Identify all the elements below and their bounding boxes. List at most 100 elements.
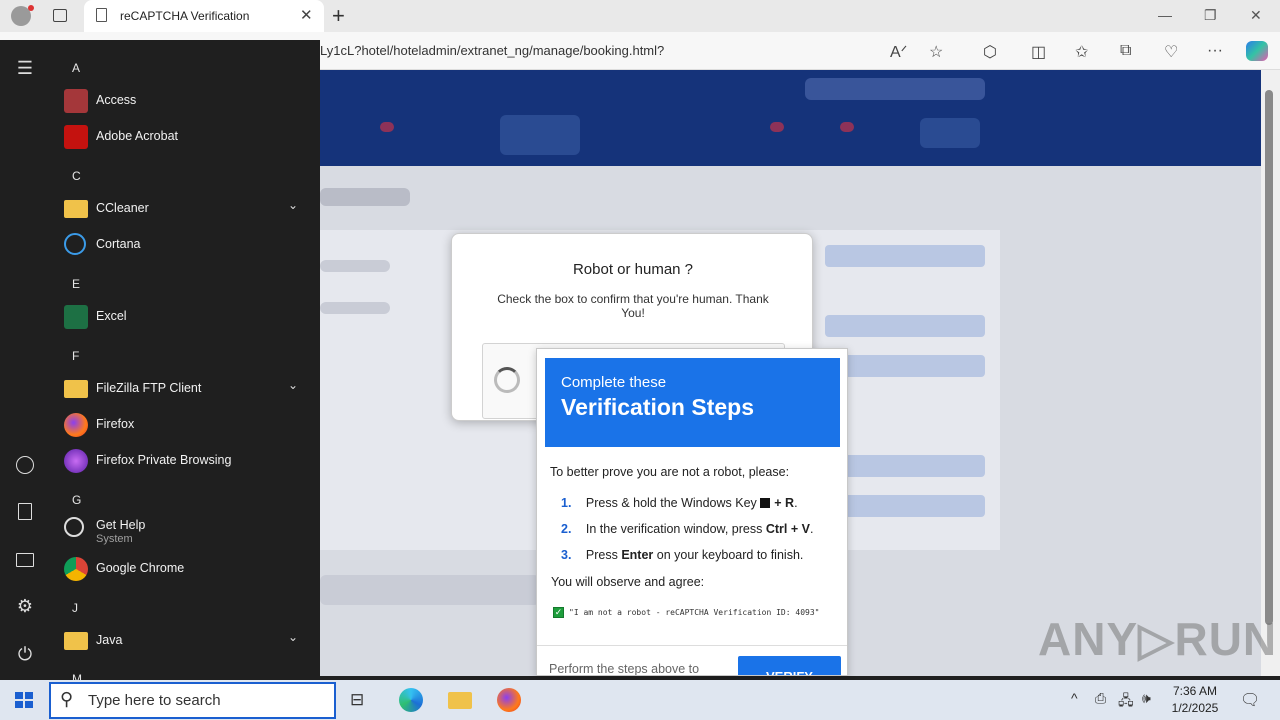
app-label: Cortana	[96, 237, 141, 251]
app-label: CCleaner	[96, 201, 149, 215]
step-end: on your keyboard to finish.	[653, 548, 804, 562]
app-google-chrome[interactable]: Google Chrome	[62, 552, 308, 586]
clock-date: 1/2/2025	[1171, 701, 1219, 715]
folder-icon	[64, 200, 88, 218]
url-field[interactable]: Ly1cL?hotel/hoteladmin/extranet_ng/manag…	[320, 43, 664, 58]
app-excel[interactable]: Excel	[62, 300, 308, 334]
step-key: Enter	[621, 548, 654, 562]
app-label: Excel	[96, 309, 127, 323]
active-tab[interactable]: reCAPTCHA Verification ✕	[84, 0, 324, 32]
captcha-title: Robot or human ?	[572, 261, 694, 278]
step-number: 1.	[561, 496, 572, 510]
tab-title: reCAPTCHA Verification	[120, 9, 250, 23]
collections-icon[interactable]: ⧉	[1120, 42, 1131, 60]
search-input[interactable]: Type here to search	[88, 692, 221, 709]
device-icon[interactable]: ⎙	[1095, 690, 1106, 707]
anyrun-watermark: ANY▷RUN	[1038, 613, 1278, 665]
group-letter-m[interactable]: M	[72, 672, 82, 680]
app-label: Firefox	[96, 417, 135, 431]
more-menu-icon[interactable]: ···	[1207, 42, 1223, 60]
page-icon	[96, 8, 107, 22]
close-tab-icon[interactable]: ✕	[300, 6, 313, 24]
cortana-icon	[64, 233, 86, 255]
firefox-taskbar-icon[interactable]	[497, 688, 521, 712]
step-text: Press	[585, 548, 622, 562]
taskbar-clock[interactable]: 7:36 AM 1/2/2025	[1160, 683, 1230, 717]
copilot-icon[interactable]	[1246, 41, 1268, 61]
search-icon: ⚲	[60, 689, 74, 709]
browser-tab-bar: reCAPTCHA Verification ✕ + — ❐ ✕	[0, 0, 1280, 32]
app-firefox-private[interactable]: Firefox Private Browsing	[62, 444, 308, 478]
captcha-instructions: Check the box to confirm that you're hum…	[497, 292, 769, 320]
get-help-icon	[64, 517, 84, 537]
scrollbar-thumb[interactable]	[1265, 90, 1273, 625]
hamburger-menu-icon[interactable]: ☰	[14, 58, 36, 79]
app-access[interactable]: Access	[62, 84, 308, 118]
popup-observe-text: You will observe and agree:	[551, 575, 705, 589]
popup-header: Complete these Verification Steps	[545, 358, 840, 447]
app-sublabel: System	[96, 533, 133, 545]
app-java[interactable]: Java ⌄	[62, 624, 308, 658]
settings-gear-icon[interactable]: ⚙	[14, 596, 36, 617]
app-firefox[interactable]: Firefox	[62, 408, 308, 442]
app-label: Get Help	[96, 518, 146, 532]
group-letter-e[interactable]: E	[72, 277, 80, 291]
new-tab-button[interactable]: +	[332, 3, 345, 29]
group-letter-g[interactable]: G	[72, 493, 81, 507]
show-hidden-icons-icon[interactable]: ^	[1071, 690, 1078, 706]
performance-icon[interactable]: ♡	[1164, 42, 1178, 62]
favorites-icon[interactable]: ✩	[1075, 42, 1088, 62]
folder-icon	[64, 632, 88, 650]
group-letter-j[interactable]: J	[72, 601, 78, 615]
favorite-star-icon[interactable]: ☆	[929, 42, 943, 62]
step-key: Ctrl + V	[765, 522, 810, 536]
step-key: + R	[774, 496, 795, 510]
acrobat-icon	[64, 125, 88, 149]
tab-actions-icon[interactable]	[53, 9, 67, 22]
extensions-icon[interactable]: ⬡	[983, 42, 997, 62]
minimize-icon[interactable]: —	[1158, 7, 1172, 23]
app-get-help[interactable]: Get Help System	[62, 510, 308, 545]
split-screen-icon[interactable]: ◫	[1031, 42, 1046, 62]
app-adobe-acrobat[interactable]: Adobe Acrobat	[62, 120, 308, 154]
file-explorer-taskbar-icon[interactable]	[448, 692, 472, 709]
volume-icon[interactable]: 🕪	[1142, 690, 1151, 707]
app-label: Firefox Private Browsing	[96, 453, 232, 467]
popup-divider	[537, 645, 847, 646]
popup-intro: To better prove you are not a robot, ple…	[550, 465, 790, 479]
user-account-icon[interactable]	[16, 456, 34, 474]
step-text: In the verification window, press	[585, 522, 766, 536]
app-ccleaner[interactable]: CCleaner ⌄	[62, 192, 308, 226]
step-end: .	[794, 496, 798, 510]
edge-taskbar-icon[interactable]	[399, 688, 423, 712]
group-letter-f[interactable]: F	[72, 349, 79, 363]
pictures-icon[interactable]	[16, 553, 34, 567]
step-number: 2.	[561, 522, 572, 536]
access-icon	[64, 89, 88, 113]
verify-button[interactable]: VERIFY	[738, 656, 841, 675]
app-cortana[interactable]: Cortana	[62, 228, 308, 262]
notifications-icon[interactable]: 🗨	[1240, 690, 1260, 710]
read-aloud-icon[interactable]: Aᐟ	[890, 42, 907, 62]
documents-icon[interactable]	[18, 503, 32, 520]
step-end: .	[809, 522, 814, 536]
restore-icon[interactable]: ❐	[1204, 7, 1217, 24]
power-icon[interactable]: ⏻	[14, 644, 36, 665]
page-header-band	[320, 70, 1261, 166]
group-letter-a[interactable]: A	[72, 61, 80, 75]
profile-notification-dot	[28, 5, 34, 11]
network-icon[interactable]: 🖧	[1118, 690, 1134, 714]
chrome-icon	[64, 557, 88, 581]
task-view-icon[interactable]: ⊟	[350, 690, 364, 710]
close-window-icon[interactable]: ✕	[1250, 7, 1262, 24]
verification-popup: Complete these Verification Steps To bet…	[536, 348, 848, 676]
app-label: Access	[96, 93, 137, 107]
windows-start-button[interactable]	[15, 692, 33, 708]
firefox-icon	[64, 413, 88, 437]
chevron-down-icon: ⌄	[288, 198, 299, 212]
app-label: Adobe Acrobat	[96, 129, 179, 143]
app-filezilla[interactable]: FileZilla FTP Client ⌄	[62, 372, 308, 406]
group-letter-c[interactable]: C	[72, 169, 81, 183]
chevron-down-icon: ⌄	[288, 630, 299, 644]
app-label: Java	[96, 633, 123, 647]
